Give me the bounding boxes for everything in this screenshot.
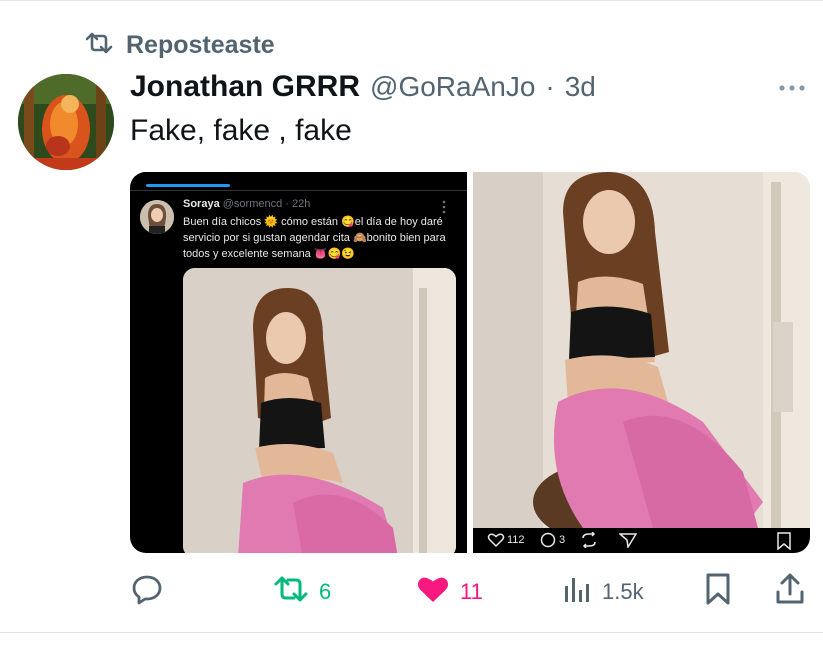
image-action-bar: 112 3	[473, 528, 810, 553]
media-image-left[interactable]: Soraya @sormencd · 22h Buen día chicos 🌞…	[130, 172, 467, 553]
embedded-post-header: Soraya @sormencd · 22h	[183, 198, 310, 210]
top-divider	[0, 0, 823, 1]
tweet-time[interactable]: 3d	[565, 71, 596, 103]
image-share-icon	[619, 532, 637, 548]
embedded-time: 22h	[292, 198, 311, 210]
image-bookmark-icon	[776, 532, 792, 550]
bottom-divider	[0, 632, 823, 633]
views-icon	[562, 574, 592, 610]
embedded-photo	[183, 268, 456, 553]
tweet-action-bar: 6 11 1.5k	[130, 572, 810, 612]
share-button[interactable]	[774, 572, 806, 612]
share-icon	[774, 572, 806, 612]
avatar[interactable]	[18, 74, 114, 170]
image-reply: 3	[539, 532, 565, 548]
repost-icon	[84, 31, 114, 60]
embedded-divider	[130, 190, 467, 191]
repost-button[interactable]: 6	[273, 572, 331, 612]
repost-context[interactable]: Reposteaste	[84, 30, 275, 60]
reply-button[interactable]	[130, 572, 164, 612]
like-button[interactable]: 11	[416, 572, 483, 612]
author-handle[interactable]: @GoRaAnJo	[370, 71, 535, 103]
image-like-count: 112	[507, 534, 525, 546]
like-count: 11	[460, 579, 483, 604]
image-repost-icon	[580, 532, 598, 548]
author-name[interactable]: Jonathan GRRR	[130, 70, 360, 104]
media-grid: Soraya @sormencd · 22h Buen día chicos 🌞…	[130, 172, 810, 553]
more-icon[interactable]	[776, 78, 808, 98]
embedded-more-icon	[442, 200, 446, 214]
reply-icon	[130, 572, 164, 612]
tweet-text: Fake, fake , fake	[130, 114, 352, 147]
image-like: 112	[487, 532, 525, 548]
bookmark-icon	[704, 572, 732, 612]
embedded-author-handle: @sormencd	[222, 198, 283, 210]
repost-count: 6	[319, 579, 332, 604]
embedded-post-text: Buen día chicos 🌞 cómo están 😋el día de …	[183, 216, 446, 260]
repost-icon	[273, 575, 309, 609]
tweet-header: Jonathan GRRR @GoRaAnJo · 3d	[130, 70, 596, 108]
separator-dot: ·	[545, 71, 555, 102]
embedded-tab-indicator	[146, 184, 230, 187]
image-reply-count: 3	[559, 534, 566, 546]
embedded-author-name: Soraya	[183, 198, 220, 210]
heart-icon	[416, 573, 450, 611]
embedded-avatar	[140, 200, 174, 234]
bookmark-button[interactable]	[704, 572, 732, 612]
embedded-separator: ·	[285, 198, 289, 210]
media-image-right[interactable]: 112 3	[473, 172, 810, 553]
repost-label: Reposteaste	[126, 30, 275, 59]
views-count: 1.5k	[602, 579, 644, 604]
views-button[interactable]: 1.5k	[562, 572, 644, 612]
